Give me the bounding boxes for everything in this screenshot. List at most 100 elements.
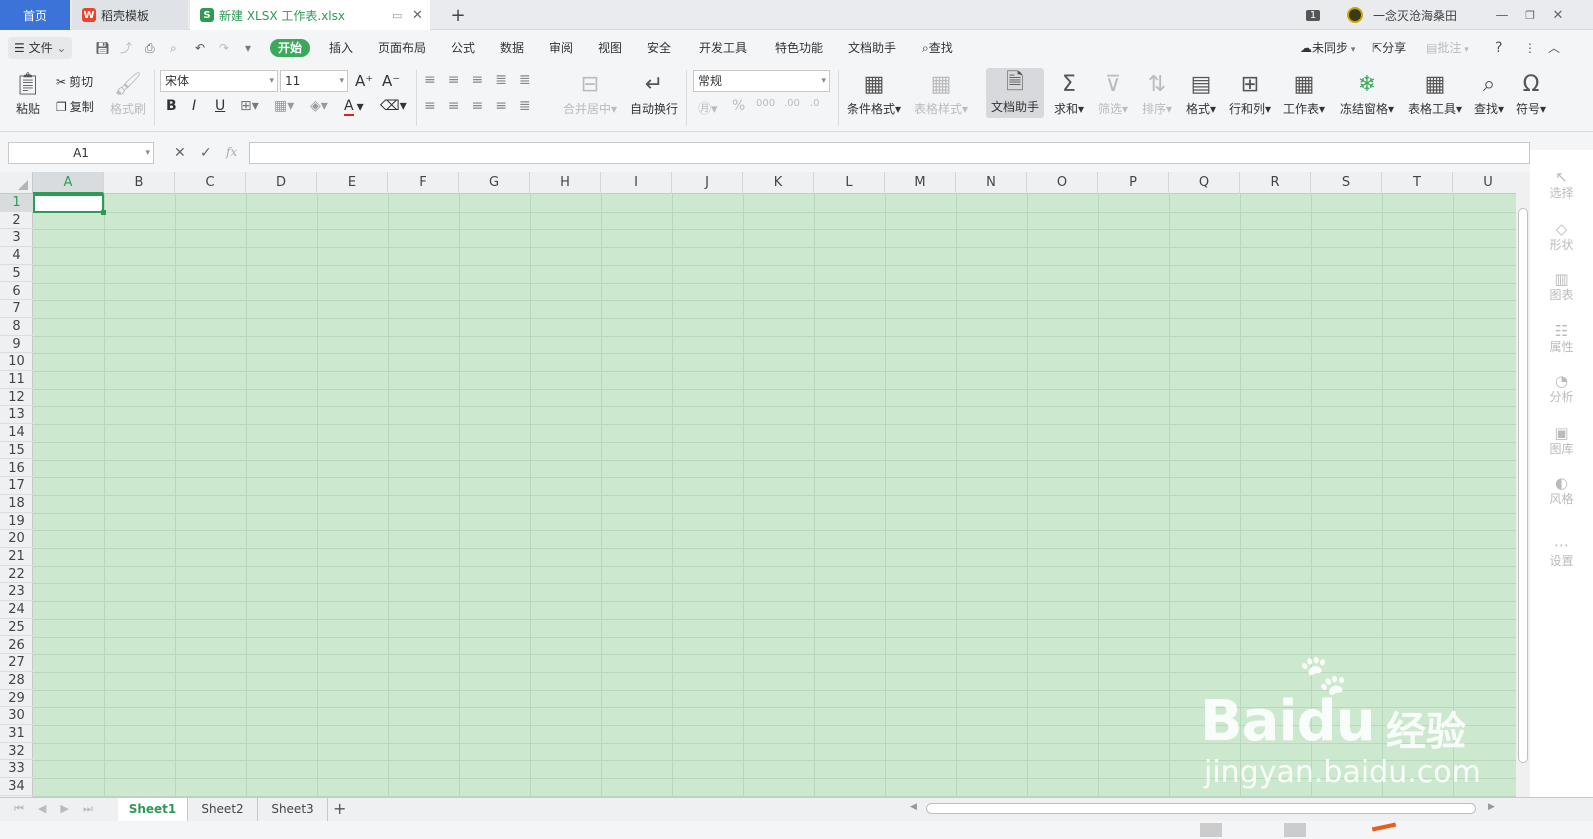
comment-button[interactable]: ▤批注 ▾	[1426, 39, 1469, 57]
menu-doc-assistant[interactable]: 文档助手	[848, 39, 896, 57]
column-header-p[interactable]: P	[1098, 172, 1169, 194]
side-settings[interactable]: ⋯ 设置	[1530, 536, 1593, 569]
row-header-28[interactable]: 28	[0, 672, 33, 690]
sheet-tab-3[interactable]: Sheet3	[258, 798, 328, 821]
bold-icon[interactable]: B	[166, 98, 177, 114]
increase-decimal-icon[interactable]: .00	[784, 98, 800, 109]
export-icon[interactable]: ⤴	[120, 39, 132, 57]
column-header-k[interactable]: K	[743, 172, 814, 194]
row-header-24[interactable]: 24	[0, 601, 33, 619]
thousands-icon[interactable]: 000	[756, 98, 775, 109]
row-header-2[interactable]: 2	[0, 212, 33, 230]
number-format-select[interactable]: 常规 ▾	[693, 70, 830, 92]
redo-icon[interactable]: ↷	[219, 39, 229, 57]
row-header-11[interactable]: 11	[0, 371, 33, 389]
menu-data[interactable]: 数据	[500, 39, 524, 57]
new-tab-button[interactable]: +	[446, 0, 470, 30]
row-header-10[interactable]: 10	[0, 353, 33, 371]
row-header-30[interactable]: 30	[0, 707, 33, 725]
column-header-b[interactable]: B	[104, 172, 175, 194]
row-header-13[interactable]: 13	[0, 406, 33, 425]
row-header-14[interactable]: 14	[0, 424, 33, 442]
column-header-q[interactable]: Q	[1169, 172, 1240, 194]
conditional-format-button[interactable]: ▦ 条件格式▾	[843, 70, 905, 117]
customize-icon[interactable]: ▾	[245, 39, 251, 57]
save-icon[interactable]: 💾︎	[95, 39, 110, 57]
horizontal-align-icon[interactable]: ≡≡≡≡≣	[424, 98, 543, 114]
row-header-34[interactable]: 34	[0, 778, 33, 796]
row-header-15[interactable]: 15	[0, 442, 33, 460]
decrease-font-icon[interactable]: A⁻	[382, 72, 400, 90]
window-count-badge[interactable]: 1	[1305, 9, 1321, 21]
cell-style-icon[interactable]: ▦▾	[274, 98, 294, 114]
column-header-s[interactable]: S	[1311, 172, 1382, 194]
menu-insert[interactable]: 插入	[329, 39, 353, 57]
side-charts[interactable]: ▥ 图表	[1530, 270, 1593, 303]
row-header-3[interactable]: 3	[0, 229, 33, 248]
borders-icon[interactable]: ⊞▾	[240, 98, 259, 114]
side-analysis[interactable]: ◔ 分析	[1530, 372, 1593, 405]
menu-view[interactable]: 视图	[598, 39, 622, 57]
percent-icon[interactable]: %	[732, 98, 745, 114]
column-header-l[interactable]: L	[814, 172, 885, 194]
increase-font-icon[interactable]: A⁺	[355, 72, 373, 90]
share-button[interactable]: ⇱分享	[1372, 39, 1406, 57]
restore-icon[interactable]: ❐	[1520, 0, 1540, 30]
view-normal-icon[interactable]	[1200, 823, 1222, 837]
paste-button[interactable]: 📋︎ 粘贴	[10, 70, 46, 117]
copy-button[interactable]: ❐ 复制	[56, 98, 94, 115]
row-header-6[interactable]: 6	[0, 283, 33, 301]
side-select[interactable]: ↖ 选择	[1530, 168, 1593, 201]
column-header-m[interactable]: M	[885, 172, 956, 194]
cancel-icon[interactable]: ✕	[174, 145, 186, 161]
filter-button[interactable]: ⊽ 筛选▾	[1094, 70, 1132, 117]
doc-helper-button[interactable]: 🗎︎ 文档助手	[986, 68, 1044, 118]
fill-color-icon[interactable]: ◈▾	[310, 98, 328, 114]
side-gallery[interactable]: ▣ 图库	[1530, 424, 1593, 457]
column-header-n[interactable]: N	[956, 172, 1027, 194]
column-header-c[interactable]: C	[175, 172, 246, 194]
pin-icon[interactable]: ▭	[392, 9, 402, 22]
row-header-5[interactable]: 5	[0, 265, 33, 283]
row-header-19[interactable]: 19	[0, 513, 33, 531]
row-header-33[interactable]: 33	[0, 760, 33, 779]
scroll-right-icon[interactable]: ▶	[1488, 802, 1495, 812]
undo-icon[interactable]: ↶	[195, 39, 205, 57]
worksheet-button[interactable]: ▦ 工作表▾	[1280, 70, 1328, 117]
row-header-1[interactable]: 1	[0, 194, 33, 212]
menu-page-layout[interactable]: 页面布局	[378, 39, 426, 57]
column-header-e[interactable]: E	[317, 172, 388, 194]
row-header-27[interactable]: 27	[0, 654, 33, 672]
name-box[interactable]: A1 ▾	[8, 142, 154, 164]
help-icon[interactable]: ?	[1495, 39, 1502, 57]
sheet-tab-2[interactable]: Sheet2	[188, 798, 258, 821]
side-style[interactable]: ◐ 风格	[1530, 474, 1593, 507]
row-header-9[interactable]: 9	[0, 336, 33, 354]
underline-icon[interactable]: U	[215, 98, 225, 114]
minimize-icon[interactable]: —	[1492, 0, 1512, 30]
row-header-21[interactable]: 21	[0, 548, 33, 566]
side-shapes[interactable]: ◇ 形状	[1530, 220, 1593, 253]
row-header-17[interactable]: 17	[0, 477, 33, 495]
print-icon[interactable]: ⎙	[145, 39, 155, 57]
row-header-4[interactable]: 4	[0, 247, 33, 265]
sort-button[interactable]: ⇅ 排序▾	[1138, 70, 1176, 117]
close-window-icon[interactable]: ✕	[1548, 0, 1568, 30]
row-header-16[interactable]: 16	[0, 460, 33, 478]
close-tab-icon[interactable]: ✕	[412, 8, 423, 23]
row-header-18[interactable]: 18	[0, 495, 33, 513]
sheet-nav-arrows-icon[interactable]: ⏮◀▶⏭	[14, 802, 107, 816]
find-button[interactable]: ⌕ 查找▾	[1470, 70, 1508, 117]
font-color-icon[interactable]: A ▾	[344, 98, 364, 116]
scroll-left-icon[interactable]: ◀	[910, 802, 917, 812]
sync-status[interactable]: ☁未同步 ▾	[1300, 39, 1355, 57]
column-header-i[interactable]: I	[601, 172, 672, 194]
column-header-h[interactable]: H	[530, 172, 601, 194]
column-header-o[interactable]: O	[1027, 172, 1098, 194]
menu-home[interactable]: 开始	[270, 39, 311, 57]
tab-home[interactable]: 首页	[0, 0, 70, 30]
row-header-12[interactable]: 12	[0, 389, 33, 407]
column-header-d[interactable]: D	[246, 172, 317, 194]
menu-find[interactable]: ⌕查找	[922, 39, 953, 57]
insert-function-icon[interactable]: fx	[226, 145, 237, 159]
